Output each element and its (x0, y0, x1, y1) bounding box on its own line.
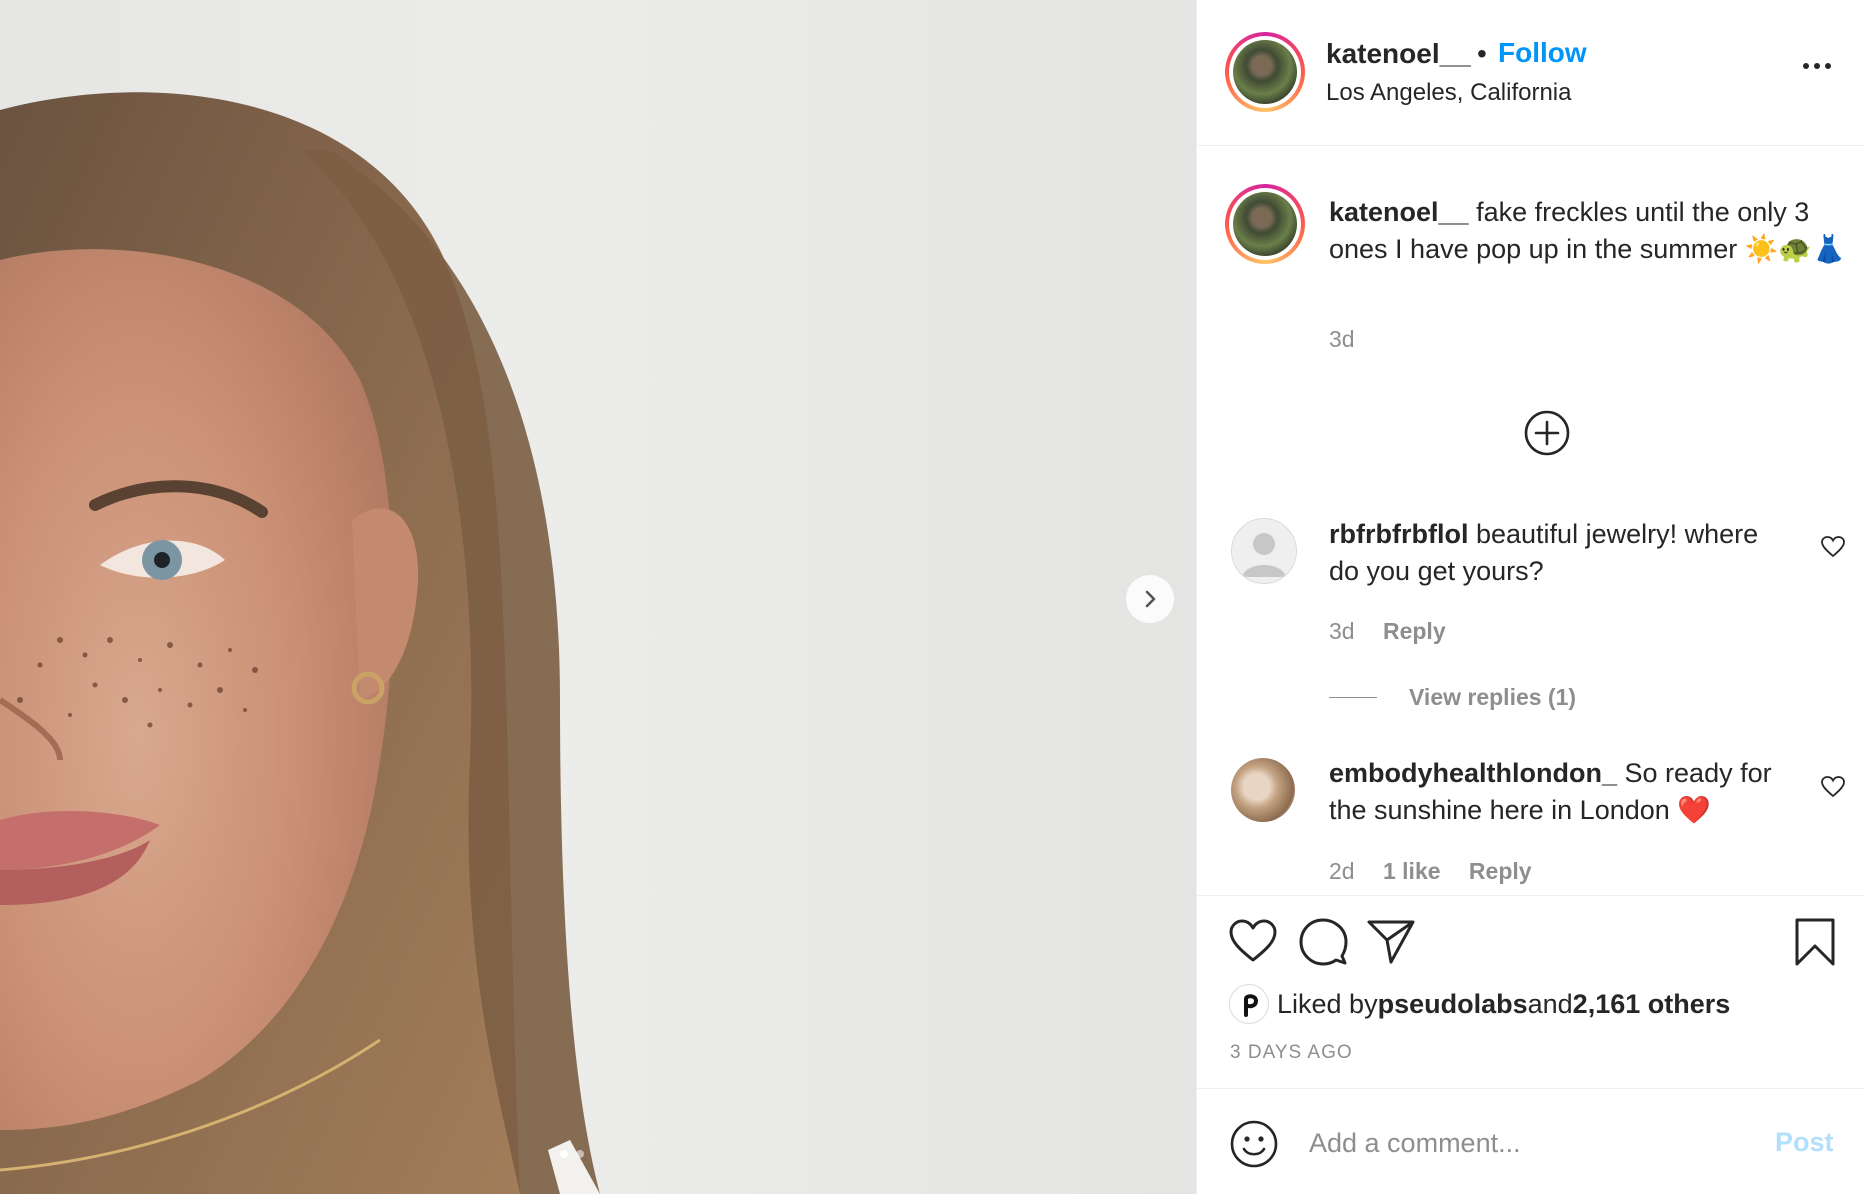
comment-time: 3d (1329, 618, 1355, 644)
likes-summary: Liked by pseudolabs and 2,161 others (1229, 984, 1730, 1024)
view-replies-label: View replies (1) (1409, 684, 1577, 710)
post-actions: Liked by pseudolabs and 2,161 others 3 D… (1197, 895, 1864, 1089)
post-media[interactable] (0, 0, 1196, 1194)
post-side-panel: katenoel__ • Follow Los Angeles, Califor… (1196, 0, 1864, 1194)
divider (1329, 697, 1377, 698)
likes-prefix: Liked by (1277, 988, 1378, 1019)
caption-avatar[interactable] (1225, 184, 1305, 264)
caption: katenoel__ fake freckles until the only … (1329, 194, 1849, 268)
comment-meta: 2d 1 like Reply (1329, 858, 1532, 885)
carousel-dot (560, 1150, 568, 1158)
next-image-button[interactable] (1126, 575, 1174, 623)
caption-time: 3d (1329, 326, 1355, 352)
share-icon[interactable] (1365, 916, 1417, 968)
commenter-avatar[interactable] (1231, 518, 1297, 584)
comment-username[interactable]: rbfrbfrbflol (1329, 519, 1468, 549)
separator-dot: • (1477, 38, 1487, 69)
more-options-button[interactable] (1803, 56, 1837, 76)
carousel-indicator (560, 1150, 584, 1158)
liker-logo-icon (1244, 994, 1259, 1017)
post-header: katenoel__ • Follow Los Angeles, Califor… (1197, 0, 1864, 146)
comment-time: 2d (1329, 858, 1355, 884)
liker-avatar[interactable] (1229, 984, 1269, 1024)
bookmark-icon[interactable] (1789, 916, 1841, 968)
comment-item: embodyhealthlondon_ So ready for the sun… (1329, 755, 1789, 829)
emoji-icon[interactable] (1229, 1119, 1279, 1169)
more-icon (1803, 63, 1809, 69)
reply-button[interactable]: Reply (1469, 858, 1532, 884)
post-photo (0, 92, 600, 1194)
add-comment-bar: Post (1197, 1088, 1864, 1195)
view-replies-button[interactable]: View replies (1) (1329, 684, 1576, 711)
comment-icon[interactable] (1297, 916, 1349, 968)
caption-username[interactable]: katenoel__ (1329, 197, 1469, 227)
heart-icon[interactable] (1227, 916, 1279, 968)
follow-button[interactable]: Follow (1498, 37, 1587, 69)
add-circle-icon[interactable] (1523, 409, 1571, 457)
carousel-dot (576, 1150, 584, 1158)
reply-button[interactable]: Reply (1383, 618, 1446, 644)
comment-likes[interactable]: 1 like (1383, 858, 1441, 884)
post-comment-button[interactable]: Post (1775, 1127, 1834, 1158)
add-comment-input[interactable] (1307, 1117, 1751, 1169)
default-avatar-icon (1242, 533, 1286, 577)
comment-meta: 3d Reply (1329, 618, 1446, 645)
like-comment-heart-icon[interactable] (1820, 774, 1846, 800)
liker-username[interactable]: pseudolabs (1378, 989, 1528, 1020)
author-username[interactable]: katenoel__ (1326, 38, 1471, 70)
like-comment-heart-icon[interactable] (1820, 534, 1846, 560)
post-location[interactable]: Los Angeles, California (1326, 79, 1571, 107)
author-avatar[interactable] (1225, 32, 1305, 112)
likes-middle: and (1527, 988, 1573, 1019)
comment-item: rbfrbfrbflol beautiful jewelry! where do… (1329, 516, 1789, 590)
comment-username[interactable]: embodyhealthlondon_ (1329, 758, 1617, 788)
comments-list[interactable]: katenoel__ fake freckles until the only … (1197, 146, 1864, 894)
chevron-right-icon (1145, 590, 1156, 608)
likes-count[interactable]: 2,161 others (1573, 989, 1731, 1020)
commenter-avatar[interactable] (1231, 758, 1295, 822)
post-timestamp[interactable]: 3 DAYS AGO (1230, 1042, 1353, 1064)
